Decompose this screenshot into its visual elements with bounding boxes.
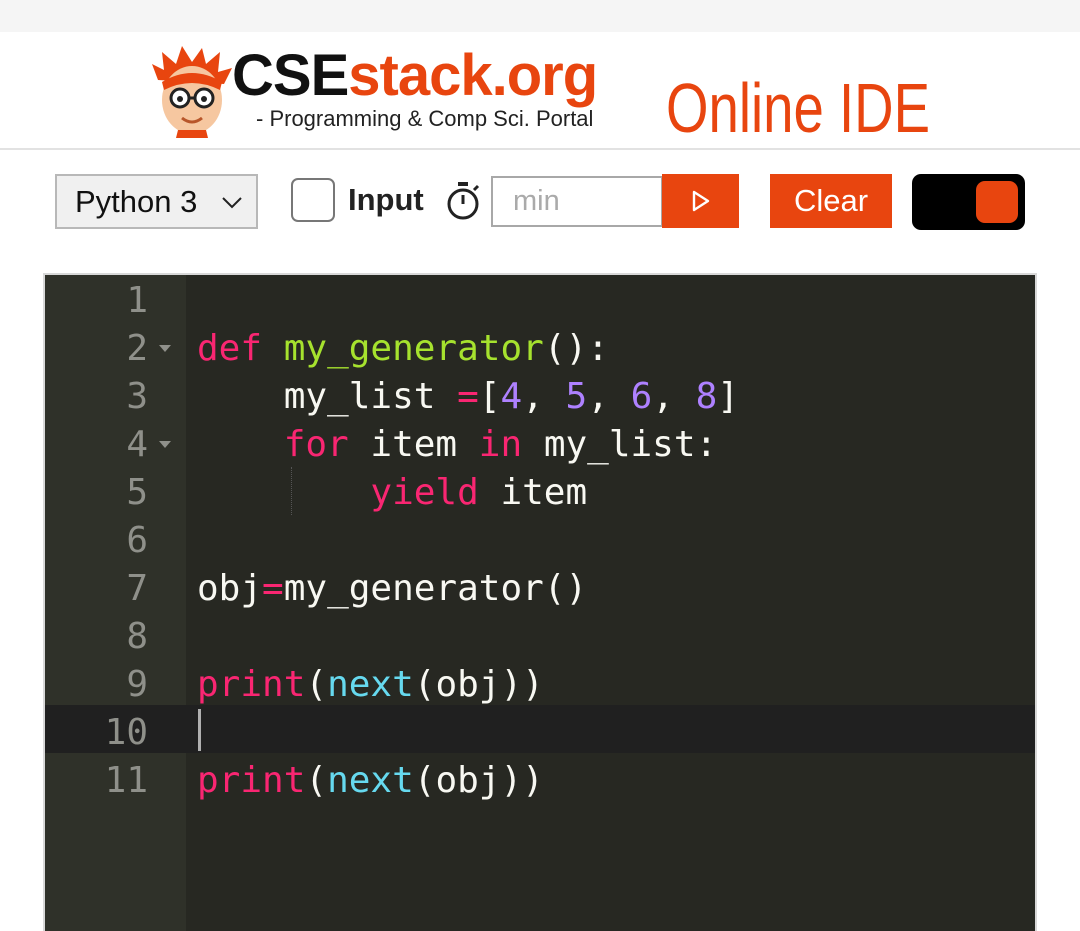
code-line[interactable]: 5 yield item [45,469,1035,517]
code-token: 5 [565,376,588,417]
line-number: 8 [126,616,148,657]
code-token: , [522,376,566,417]
code-line[interactable]: 4 for item in my_list: [45,421,1035,469]
code-token: next [327,760,414,801]
code-line[interactable]: 3 my_list =[4, 5, 6, 8] [45,373,1035,421]
code-token: ( [305,664,328,705]
code-line[interactable]: 10 [45,709,1035,757]
line-number: 7 [126,568,148,609]
site-header: CSEstack.org - Programming & Comp Sci. P… [0,32,1080,150]
stopwatch-icon [447,182,480,220]
code-token: = [457,376,479,417]
code-token: ( [305,760,328,801]
line-number: 10 [104,712,148,753]
code-token: item [348,424,479,465]
code-text: obj=my_generator() [197,565,587,613]
code-token: 8 [695,376,718,417]
timer-minutes-input[interactable] [491,176,663,227]
code-token: my_generator [283,328,544,369]
code-token: my_list [197,376,458,417]
code-text: print(next(obj)) [197,757,544,805]
code-token: print [197,664,306,705]
code-token: , [652,376,696,417]
code-token: in [478,424,523,465]
input-label: Input [348,182,424,217]
code-token: print [197,760,306,801]
code-token: 6 [630,376,653,417]
code-token: def [197,328,263,369]
theme-toggle[interactable] [912,174,1025,230]
code-line[interactable]: 1 [45,277,1035,325]
code-line[interactable]: 11 print(next(obj)) [45,757,1035,805]
code-token: (obj)) [413,664,544,705]
brand-logo-text[interactable]: CSEstack.org [232,43,598,108]
code-text: yield item [197,469,587,517]
code-token: my_generator() [283,568,588,609]
code-token: [ [478,376,501,417]
run-button[interactable] [662,174,739,228]
clear-button[interactable]: Clear [770,174,892,228]
code-token: obj [197,568,263,609]
code-token: (obj)) [413,760,544,801]
line-number: 5 [126,472,148,513]
fold-arrow-icon[interactable] [159,345,171,352]
brand-cse: CSE [232,43,349,108]
code-text: for item in my_list: [197,421,718,469]
code-token: yield [370,472,479,513]
code-token: , [587,376,631,417]
code-token: for [283,424,349,465]
code-text: def my_generator(): [197,325,609,373]
play-icon [692,190,709,212]
code-line[interactable]: 6 [45,517,1035,565]
toolbar: Python 3 Input Clear [0,150,1080,272]
line-number: 9 [126,664,148,705]
brand-tagline: - Programming & Comp Sci. Portal [256,106,594,131]
code-token: next [327,664,414,705]
code-editor[interactable]: 1 2 def my_generator(): 3 my_list =[4, 5, 6… [43,273,1037,931]
top-strip [0,0,1080,32]
fold-arrow-icon[interactable] [159,441,171,448]
line-number: 4 [126,424,148,465]
code-text: my_list =[4, 5, 6, 8] [197,373,739,421]
line-number: 2 [126,328,148,369]
code-token: item [478,472,588,513]
code-token: = [262,568,284,609]
mascot-logo-icon [152,46,232,138]
code-token: my_list: [522,424,718,465]
code-token: ] [717,376,739,417]
language-select[interactable]: Python 3 [55,174,258,229]
code-line[interactable]: 2 def my_generator(): [45,325,1035,373]
code-line[interactable]: 7 obj=my_generator() [45,565,1035,613]
line-number: 3 [126,376,148,417]
input-checkbox[interactable] [291,178,335,222]
line-number: 11 [104,760,148,801]
code-line[interactable]: 8 [45,613,1035,661]
code-lines: 1 2 def my_generator(): 3 my_list =[4, 5, 6… [45,277,1035,805]
line-number: 1 [126,280,148,321]
text-cursor [198,709,201,751]
code-token: (): [543,328,609,369]
code-token: 4 [500,376,523,417]
language-select-value: Python 3 [75,183,198,219]
brand-stack: stack.org [348,43,598,108]
chevron-down-icon [222,197,242,209]
toggle-knob [976,181,1018,223]
code-text: print(next(obj)) [197,661,544,709]
line-number: 6 [126,520,148,561]
code-line[interactable]: 9 print(next(obj)) [45,661,1035,709]
page-title: Online IDE [666,69,931,147]
